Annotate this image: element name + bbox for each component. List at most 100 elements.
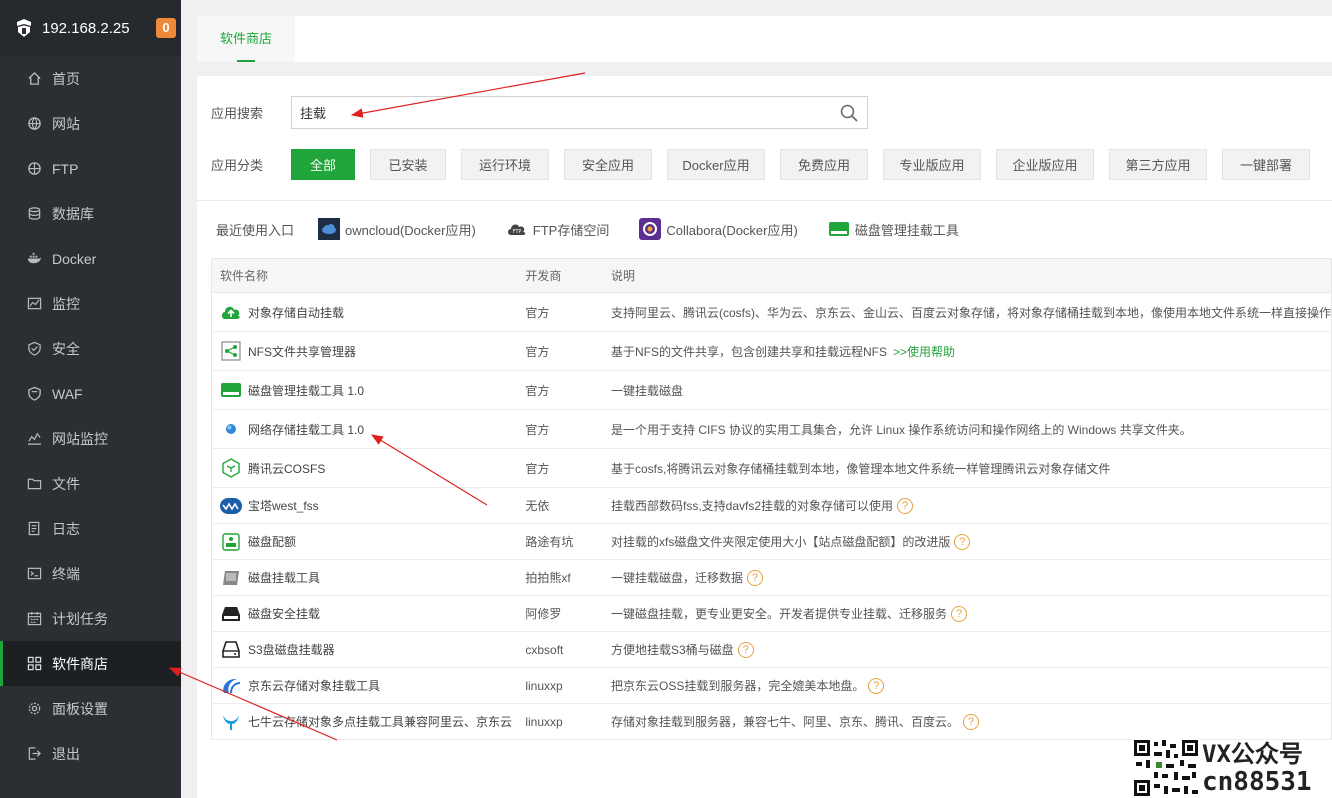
search-icon[interactable] [839,103,859,123]
category-third-party[interactable]: 第三方应用 [1109,149,1207,180]
table-row[interactable]: S3盘磁盘挂载器 cxbsoft 方便地挂载S3桶与磁盘? [211,631,1332,668]
app-developer: 官方 [517,292,603,332]
help-question-icon[interactable]: ? [897,498,914,515]
app-developer: 无依 [517,487,603,524]
sidebar-item-label: 软件商店 [52,655,108,672]
app-name[interactable]: S3盘磁盘挂载器 [248,641,335,658]
help-question-icon[interactable]: ? [954,534,971,551]
table-row[interactable]: 磁盘安全挂载 阿修罗 一键磁盘挂载，更专业更安全。开发者提供专业挂载、迁移服务? [211,595,1332,632]
table-row[interactable]: 磁盘挂载工具 拍拍熊xf 一键挂载磁盘，迁移数据? [211,559,1332,596]
log-icon [26,521,42,537]
notification-badge[interactable]: 0 [156,18,176,38]
chart-line-icon [26,431,42,447]
divider [197,200,1332,201]
app-name[interactable]: 磁盘配额 [248,533,296,550]
app-name[interactable]: NFS文件共享管理器 [248,343,356,360]
table-row[interactable]: NFS文件共享管理器 官方 基于NFS的文件共享，包含创建共享和挂载远程NFS >… [211,331,1332,371]
sidebar-item-website[interactable]: 网站 [0,101,181,146]
column-header-description: 说明 [602,258,1332,293]
sidebar-item-terminal[interactable]: 终端 [0,551,181,596]
recent-item-collabora[interactable]: Collabora(Docker应用) [639,218,798,240]
app-name[interactable]: 磁盘挂载工具 [248,569,320,586]
help-question-icon[interactable]: ? [951,606,967,623]
app-developer: 阿修罗 [517,595,603,632]
top-tab-bar: 软件商店 [197,16,1332,62]
app-developer: 官方 [517,370,603,410]
table-row[interactable]: 七牛云存储对象多点挂载工具兼容阿里云、京东云 linuxxp 存储对象挂载到服务… [211,703,1332,740]
recent-item-ftp-storage[interactable]: FTP FTP存储空间 [506,218,609,240]
table-row[interactable]: 京东云存储对象挂载工具 linuxxp 把京东云OSS挂载到服务器，完全媲美本地… [211,667,1332,704]
sidebar-item-label: 安全 [52,340,80,357]
app-name[interactable]: 网络存储挂载工具 1.0 [248,421,364,438]
recent-item-owncloud[interactable]: owncloud(Docker应用) [318,218,476,240]
sidebar-item-cron[interactable]: 计划任务 [0,596,181,641]
sidebar-item-database[interactable]: 数据库 [0,191,181,236]
app-name[interactable]: 京东云存储对象挂载工具 [248,677,380,694]
sidebar-item-home[interactable]: 首页 [0,56,181,101]
app-description: 基于cosfs,将腾讯云对象存储桶挂载到本地，像管理本地文件系统一样管理腾讯云对… [610,461,1111,476]
table-row[interactable]: 宝塔west_fss 无依 挂载西部数码fss,支持davfs2挂载的对象存储可… [211,487,1332,524]
help-question-icon[interactable]: ? [868,678,885,695]
category-one-click[interactable]: 一键部署 [1222,149,1310,180]
sidebar-item-monitor[interactable]: 监控 [0,281,181,326]
app-name[interactable]: 磁盘安全挂载 [248,605,320,622]
sidebar-item-logout[interactable]: 退出 [0,731,181,776]
search-input[interactable] [300,105,839,120]
sidebar-item-label: 网站 [52,115,80,132]
table-row[interactable]: 对象存储自动挂载 官方 支持阿里云、腾讯云(cosfs)、华为云、京东云、金山云… [211,292,1332,332]
search-label: 应用搜索 [211,106,264,121]
app-name[interactable]: 七牛云存储对象多点挂载工具兼容阿里云、京东云 [248,713,512,730]
sidebar-item-label: 监控 [52,295,80,312]
app-name[interactable]: 磁盘管理挂载工具 1.0 [248,382,364,399]
tab-app-store[interactable]: 软件商店 [197,16,295,62]
panel-logo-icon [17,19,31,37]
app-description: 存储对象挂载到服务器，兼容七牛、阿里、京东、腾讯、百度云。 [610,714,959,729]
sidebar-item-docker[interactable]: Docker [0,236,181,281]
app-description: 是一个用于支持 CIFS 协议的实用工具集合，允许 Linux 操作系统访问和操… [610,422,1192,437]
help-question-icon[interactable]: ? [737,642,754,659]
category-installed[interactable]: 已安装 [370,149,446,180]
help-question-icon[interactable]: ? [963,714,979,731]
app-description: 对挂载的xfs磁盘文件夹限定使用大小【站点磁盘配额】的改进版 [610,534,951,549]
help-question-icon[interactable]: ? [747,570,763,587]
sidebar-item-label: 面板设置 [52,700,108,717]
sidebar-item-site-monitor[interactable]: 网站监控 [0,416,181,461]
table-row[interactable]: 网络存储挂载工具 1.0 官方 是一个用于支持 CIFS 协议的实用工具集合，允… [211,409,1332,449]
sidebar-item-label: 日志 [52,520,80,537]
app-store-panel: 应用搜索 应用分类 全部 已安装 运行环境 安全应用 Docker应用 免费应用… [197,76,1332,798]
table-header-row: 软件名称 开发商 说明 [211,258,1332,293]
app-description: 支持阿里云、腾讯云(cosfs)、华为云、京东云、金山云、百度云对象存储，将对象… [610,305,1331,320]
category-all[interactable]: 全部 [291,149,355,180]
sidebar-item-settings[interactable]: 面板设置 [0,686,181,731]
sidebar-item-app-store[interactable]: 软件商店 [0,641,181,686]
app-name[interactable]: 宝塔west_fss [248,497,319,514]
svg-text:FTP: FTP [512,229,521,235]
sidebar-item-security[interactable]: 安全 [0,326,181,371]
table-row[interactable]: 腾讯云COSFS 官方 基于cosfs,将腾讯云对象存储桶挂载到本地，像管理本地… [211,448,1332,488]
app-name[interactable]: 对象存储自动挂载 [248,304,344,321]
app-developer: 官方 [517,448,603,488]
sidebar-item-files[interactable]: 文件 [0,461,181,506]
app-description: 一键挂载磁盘 [610,383,683,398]
category-free[interactable]: 免费应用 [780,149,868,180]
category-enterprise[interactable]: 企业版应用 [996,149,1094,180]
sidebar-item-ftp[interactable]: FTP [0,146,181,191]
recent-label: 最近使用入口 [216,222,295,238]
sidebar-item-waf[interactable]: WAF [0,371,181,416]
category-runtime[interactable]: 运行环境 [461,149,549,180]
sidebar-item-logs[interactable]: 日志 [0,506,181,551]
grid-icon [26,656,42,672]
usage-help-link[interactable]: >>使用帮助 [893,345,955,359]
app-name[interactable]: 腾讯云COSFS [248,460,325,477]
table-row[interactable]: 磁盘管理挂载工具 1.0 官方 一键挂载磁盘 [211,370,1332,410]
category-security[interactable]: 安全应用 [564,149,652,180]
category-docker[interactable]: Docker应用 [667,149,765,180]
table-row[interactable]: 磁盘配额 路途有坑 对挂载的xfs磁盘文件夹限定使用大小【站点磁盘配额】的改进版… [211,523,1332,560]
owncloud-icon [318,218,341,240]
qr-code-icon [1132,738,1200,798]
category-pro[interactable]: 专业版应用 [883,149,981,180]
home-icon [26,71,42,87]
watermark-line2: cn88531 [1202,767,1312,797]
watermark: VX公众号 cn88531 [1132,738,1332,798]
recent-item-disk-mount[interactable]: 磁盘管理挂载工具 [828,218,959,240]
